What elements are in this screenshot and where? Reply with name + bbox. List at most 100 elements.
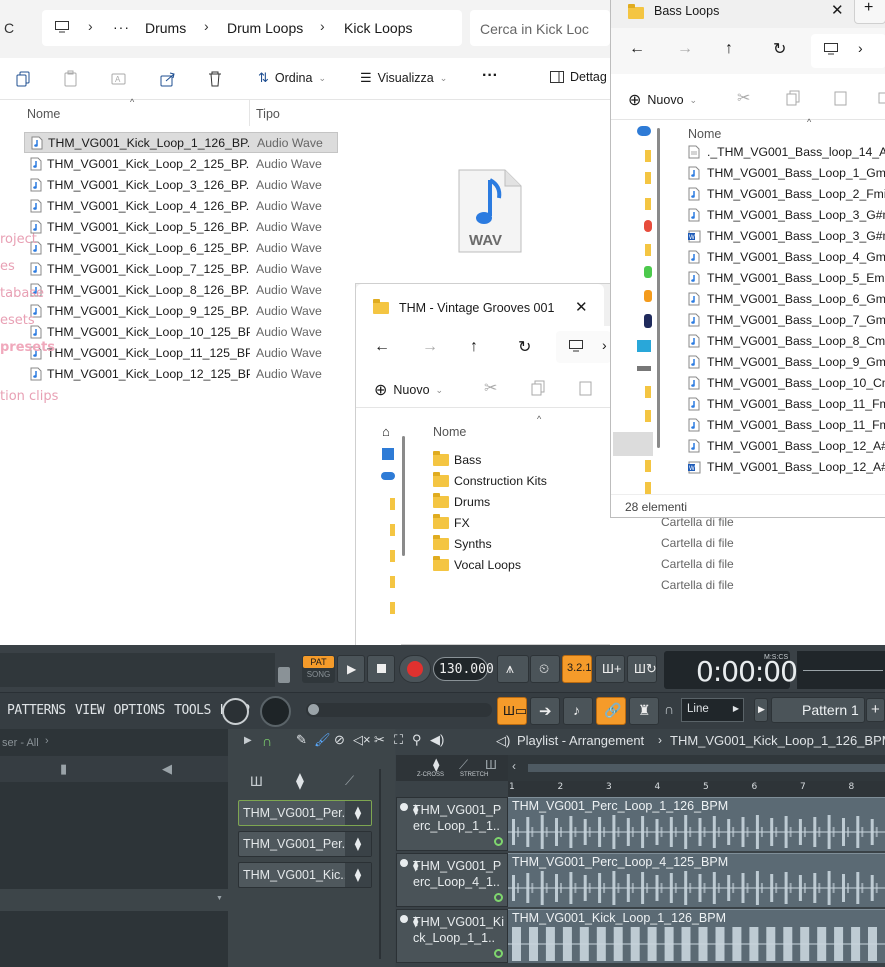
scroll-thumb[interactable] [528, 764, 885, 772]
copy-icon[interactable] [786, 90, 802, 106]
paste-icon[interactable] [62, 70, 80, 88]
song-position-slider[interactable] [306, 703, 492, 717]
pattern-prev-button[interactable]: ▶ [754, 698, 768, 722]
file-row[interactable]: THM_VG001_Kick_Loop_6_125_BP... Audio Wav… [24, 237, 338, 258]
copy-icon[interactable] [531, 380, 547, 396]
scrollbar[interactable] [657, 128, 660, 448]
address-field[interactable] [811, 34, 885, 68]
mixer-button[interactable]: ♜ [629, 697, 659, 725]
audio-clip[interactable]: THM_VG001_Perc_Loop_1_126_BPM [508, 797, 885, 851]
back-arrow-icon[interactable]: ← [629, 40, 645, 58]
folder-row[interactable]: FX [433, 513, 470, 533]
chevron-left-icon[interactable]: ‹ [512, 759, 516, 773]
breadcrumb-item[interactable]: Drum Loops [227, 20, 303, 36]
playback-icon[interactable]: ◀) [430, 732, 444, 748]
add-pattern-button[interactable]: + [866, 698, 885, 722]
record-button[interactable] [399, 655, 431, 683]
up-arrow-icon[interactable]: ↑ [470, 338, 478, 356]
folder-row[interactable]: Vocal Loops [433, 555, 521, 575]
link-button[interactable]: 🔗 [596, 697, 626, 725]
cut-icon[interactable]: ✂ [737, 88, 750, 108]
track-active-led[interactable] [494, 893, 503, 902]
desktop-icon[interactable] [637, 340, 651, 352]
share-icon[interactable] [159, 70, 177, 88]
arrow-right-icon[interactable]: ▶ [244, 735, 252, 746]
close-tab-icon[interactable]: ✕ [831, 1, 844, 19]
stop-button[interactable] [367, 655, 395, 683]
browser-item[interactable]: tabase [0, 286, 44, 301]
file-row[interactable]: THM_VG001_Bass_Loop_4_Gmin_1 [688, 246, 885, 267]
column-header-name[interactable]: Nome [688, 127, 721, 141]
file-row[interactable]: THM_VG001_Bass_Loop_2_Fmin_1 [688, 183, 885, 204]
computer-icon[interactable] [55, 21, 69, 33]
channel-button[interactable]: THM_VG001_Per... ⧫ [238, 800, 372, 826]
automation-icon[interactable]: ⟋ [345, 773, 354, 789]
drive-icon[interactable] [637, 366, 651, 371]
sort-button[interactable]: ⇅ Ordina ⌄ [258, 70, 326, 86]
countdown-button[interactable]: 3.2.1 [562, 655, 592, 683]
pencil-icon[interactable]: ✎ [296, 732, 307, 748]
paint-icon[interactable]: 🖌 [314, 732, 331, 748]
view-button[interactable]: ☰ Visualizza ⌄ [360, 70, 447, 86]
refresh-icon[interactable]: ↻ [518, 337, 531, 357]
clipboard-icon[interactable]: ▮ [60, 761, 67, 777]
paste-icon[interactable] [578, 380, 594, 396]
up-arrow-icon[interactable]: ↑ [725, 40, 733, 58]
file-row[interactable]: THM_VG001_Kick_Loop_3_126_BP... Audio Wav… [24, 174, 338, 195]
refresh-icon[interactable]: ↻ [773, 39, 786, 59]
browser-item[interactable]: roject [0, 232, 37, 247]
back-arrow-icon[interactable]: ← [374, 338, 390, 356]
file-row[interactable]: THM_VG001_Kick_Loop_8_126_BP... Audio Wav… [24, 279, 338, 300]
breadcrumb-item[interactable]: Kick Loops [344, 20, 412, 36]
file-row[interactable]: THM_VG001_Bass_Loop_12_A#mi [688, 435, 885, 456]
track-active-led[interactable] [494, 837, 503, 846]
onedrive-icon[interactable] [381, 472, 395, 480]
snap-select[interactable]: Line ▶ [681, 698, 744, 722]
piano-icon[interactable]: Ш [250, 773, 263, 789]
timeline-ruler[interactable]: 1 2 3 4 5 6 7 8 [508, 781, 885, 797]
file-row[interactable]: THM_VG001_Bass_Loop_9_Gmin_1 [688, 351, 885, 372]
file-row[interactable]: THM_VG001_Bass_Loop_5_Emin_1 [688, 267, 885, 288]
file-row[interactable]: THM_VG001_Kick_Loop_7_125_BP... Audio Wav… [24, 258, 338, 279]
paste-icon[interactable] [833, 90, 849, 106]
track-header[interactable]: THM_VG001_Perc_Loop_4_1.. ⧫ [396, 853, 508, 907]
channel-button[interactable]: THM_VG001_Per... ⧫ [238, 831, 372, 857]
file-row[interactable]: THM_VG001_Kick_Loop_9_125_BP... Audio Wav… [24, 300, 338, 321]
playlist-button[interactable]: Ш▭ [497, 697, 527, 725]
track-mute-led[interactable] [400, 803, 408, 811]
details-button[interactable]: Dettag [550, 70, 607, 84]
loop-record-button[interactable]: Ш↻ [627, 655, 657, 683]
column-header-name[interactable]: Nome [27, 107, 60, 121]
waveform-icon[interactable]: ⧫ [433, 757, 439, 773]
forward-arrow-icon[interactable]: → [677, 40, 693, 58]
track-mute-led[interactable] [400, 915, 408, 923]
piano-roll-button[interactable]: ♪ [563, 697, 593, 725]
browser-header[interactable]: ser - All [2, 737, 39, 749]
file-row[interactable]: THM_VG001_Kick_Loop_11_125_BP... Audio Wa… [24, 342, 338, 363]
master-volume-knob[interactable] [222, 698, 249, 725]
blend-notes-button[interactable]: Ш+ [595, 655, 625, 683]
rename-icon[interactable]: A [110, 70, 128, 88]
browser-item[interactable]: es [0, 259, 15, 274]
close-tab-icon[interactable]: ✕ [575, 298, 588, 316]
new-tab-button[interactable]: + [854, 0, 885, 24]
master-pitch-knob[interactable] [260, 696, 291, 727]
track-active-led[interactable] [494, 949, 503, 958]
gallery-icon[interactable] [382, 448, 394, 460]
zoom-icon[interactable]: ⚲ [412, 732, 422, 748]
file-row[interactable]: THM_VG001_Kick_Loop_1_126_BP... Audio Wav… [24, 132, 338, 153]
browser-item[interactable]: esets [0, 313, 35, 328]
cut-icon[interactable]: ✂ [484, 378, 497, 398]
play-button[interactable]: ▶ [337, 655, 365, 683]
file-row[interactable]: THM_VG001_Kick_Loop_2_125_BP... Audio Wav… [24, 153, 338, 174]
file-row[interactable]: THM_VG001_Bass_Loop_8_Cmin_1 [688, 330, 885, 351]
automation-icon[interactable]: ⟋ [459, 757, 468, 773]
folder-row[interactable]: Synths [433, 534, 492, 554]
file-row[interactable]: THM_VG001_Bass_Loop_10_Cmin_ [688, 372, 885, 393]
select-icon[interactable]: ⛶ [394, 732, 403, 748]
more-options-button[interactable]: ··· [482, 67, 498, 85]
piano-icon[interactable]: Ш [485, 757, 497, 772]
new-button[interactable]: ⊕ Nuovo ⌄ [374, 380, 443, 400]
pattern-selector[interactable]: Pattern 1 [771, 697, 865, 723]
file-row[interactable]: THM_VG001_Kick_Loop_5_126_BP... Audio Wav… [24, 216, 338, 237]
